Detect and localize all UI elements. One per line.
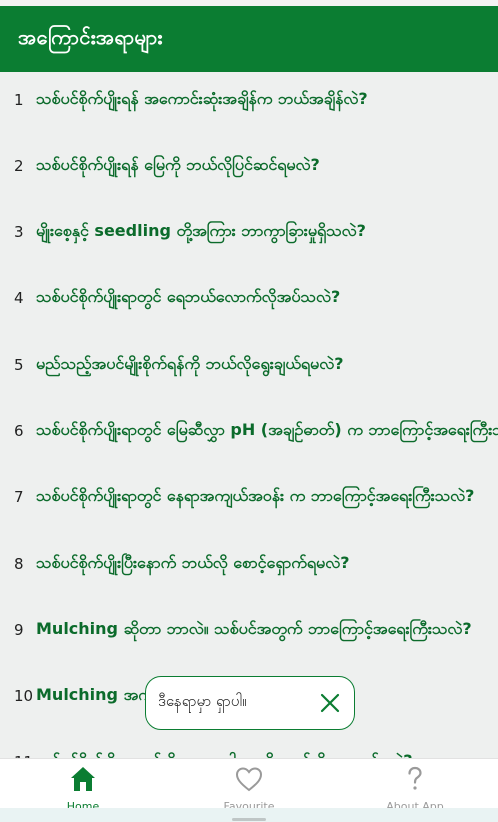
item-question[interactable]: သစ်ပင်စိုက်ပျိုးရာတွင် ရေဘယ်လောက်လိုအပ်သ…: [36, 286, 340, 310]
app-header: အကြောင်းအရာများ: [0, 6, 498, 72]
item-question[interactable]: သစ်ပင်စိုက်ပျိုးရာတွင် ပိုးမွှားရောဂါမျာ…: [36, 750, 413, 758]
list-item[interactable]: 6 သစ်ပင်စိုက်ပျိုးရာတွင် မြေဆီလွှာ pH (အ…: [0, 411, 498, 451]
search-toast[interactable]: ဒီနေရာမှာ ရှာပါ။: [145, 676, 355, 730]
item-number: 7: [14, 488, 24, 506]
list-item[interactable]: 9 Mulching ဆိုတာ ဘာလဲ။ သစ်ပင်အတွက် ဘာကြေ…: [0, 610, 498, 650]
list-item[interactable]: 1 သစ်ပင်စိုက်ပျိုးရန် အကောင်းဆုံးအချိန်က…: [0, 80, 498, 120]
item-question[interactable]: သစ်ပင်စိုက်ပျိုးရာတွင် နေရာအကျယ်အဝန်း က …: [36, 485, 474, 509]
item-number: 4: [14, 289, 24, 307]
item-number: 10: [14, 687, 34, 705]
item-question[interactable]: သစ်ပင်စိုက်ပျိုးပြီးနောက် ဘယ်လို စောင့်ရ…: [36, 552, 349, 576]
item-question[interactable]: သစ်ပင်စိုက်ပျိုးရာတွင် မြေဆီလွှာ pH (အချ…: [36, 419, 498, 443]
list-item[interactable]: 8 သစ်ပင်စိုက်ပျိုးပြီးနောက် ဘယ်လို စောင့…: [0, 544, 498, 584]
toast-message: ဒီနေရာမှာ ရှာပါ။: [158, 692, 247, 710]
nav-home[interactable]: Home: [0, 759, 166, 813]
item-number: 1: [14, 91, 24, 109]
list-item[interactable]: 2 သစ်ပင်စိုက်ပျိုးရန် မြေကို ဘယ်လိုပြင်ဆ…: [0, 146, 498, 186]
item-question[interactable]: သစ်ပင်စိုက်ပျိုးရန် မြေကို ဘယ်လိုပြင်ဆင်…: [36, 154, 320, 178]
nav-favourite[interactable]: Favourite: [166, 759, 332, 813]
item-number: 2: [14, 157, 24, 175]
item-number: 3: [14, 223, 24, 241]
system-gesture-bar: [0, 808, 498, 822]
heart-icon: [234, 765, 264, 797]
bottom-navigation: Home Favourite About App: [0, 758, 498, 813]
item-number: 8: [14, 555, 24, 573]
topic-list[interactable]: 1 သစ်ပင်စိုက်ပျိုးရန် အကောင်းဆုံးအချိန်က…: [0, 72, 498, 758]
list-item[interactable]: 5 မည်သည့်အပင်မျိုးစိုက်ရန်ကို ဘယ်လိုရွေး…: [0, 345, 498, 385]
list-item[interactable]: 11 သစ်ပင်စိုက်ပျိုးရာတွင် ပိုးမွှားရောဂါ…: [0, 742, 498, 758]
item-number: 9: [14, 621, 24, 639]
list-item[interactable]: 7 သစ်ပင်စိုက်ပျိုးရာတွင် နေရာအကျယ်အဝန်း …: [0, 477, 498, 517]
item-question[interactable]: သစ်ပင်စိုက်ပျိုးရန် အကောင်းဆုံးအချိန်က ဘ…: [36, 88, 368, 112]
close-icon[interactable]: [318, 691, 342, 715]
home-icon: [68, 765, 98, 797]
gesture-handle[interactable]: [232, 818, 266, 821]
item-question[interactable]: မည်သည့်အပင်မျိုးစိုက်ရန်ကို ဘယ်လိုရွေးချ…: [36, 353, 343, 377]
item-number: 6: [14, 422, 24, 440]
item-question[interactable]: Mulching ဆိုတာ ဘာလဲ။ သစ်ပင်အတွက် ဘာကြောင…: [36, 618, 472, 642]
question-icon: [400, 765, 430, 797]
item-question[interactable]: မျိုးစေ့နှင့် seedling တို့အကြား ဘာကွာခြ…: [36, 220, 366, 244]
nav-about[interactable]: About App: [332, 759, 498, 813]
item-number: 5: [14, 356, 24, 374]
list-item[interactable]: 3 မျိုးစေ့နှင့် seedling တို့အကြား ဘာကွာ…: [0, 212, 498, 252]
page-title: အကြောင်းအရာများ: [18, 25, 163, 49]
list-item[interactable]: 4 သစ်ပင်စိုက်ပျိုးရာတွင် ရေဘယ်လောက်လိုအပ…: [0, 278, 498, 318]
